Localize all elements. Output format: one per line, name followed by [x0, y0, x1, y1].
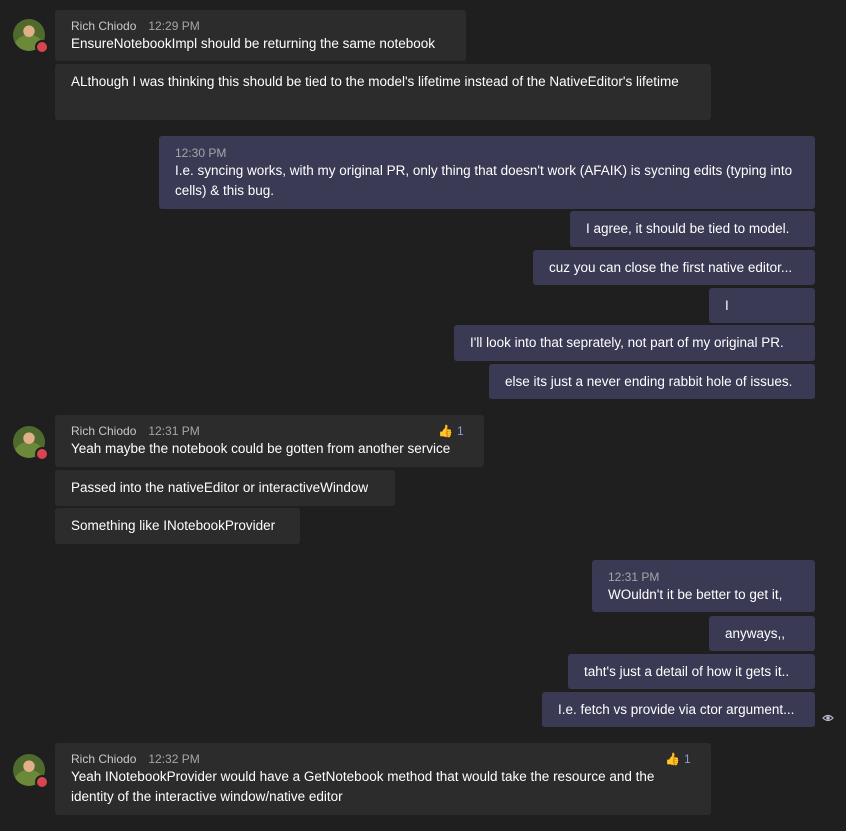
- reaction[interactable]: 👍 1: [665, 751, 691, 767]
- avatar[interactable]: [13, 426, 49, 461]
- message-text: Yeah maybe the notebook could be gotten …: [71, 441, 451, 456]
- message-text: taht's just a detail of how it gets it..: [584, 664, 790, 679]
- message-bubble[interactable]: 12:30 PM I.e. syncing works, with my ori…: [159, 136, 815, 209]
- message-time: 12:30 PM: [175, 146, 227, 160]
- message-bubble[interactable]: else its just a never ending rabbit hole…: [489, 364, 815, 399]
- message-bubble[interactable]: I: [709, 288, 815, 323]
- message-text: anyways,,: [725, 626, 786, 641]
- message-bubble[interactable]: I'll look into that seprately, not part …: [454, 325, 815, 361]
- message-bubble[interactable]: I.e. fetch vs provide via ctor argument.…: [542, 692, 815, 727]
- message-text: Something like INotebookProvider: [71, 518, 276, 533]
- message-bubble[interactable]: Rich Chiodo 12:32 PM Yeah INotebookProvid…: [55, 743, 711, 815]
- message-bubble[interactable]: Rich Chiodo 12:29 PM EnsureNotebookImpl s…: [55, 10, 466, 61]
- sender-name[interactable]: Rich Chiodo: [71, 19, 136, 33]
- message-text: ALthough I was thinking this should be t…: [71, 74, 679, 89]
- message-text: Yeah INotebookProvider would have a GetN…: [71, 769, 655, 804]
- message-time: 12:31 PM: [148, 424, 200, 438]
- message-text: cuz you can close the first native edito…: [549, 260, 793, 275]
- reaction-count: 1: [683, 752, 691, 766]
- message-bubble[interactable]: taht's just a detail of how it gets it..: [568, 654, 815, 689]
- avatar[interactable]: [13, 19, 49, 54]
- message-text: I'll look into that seprately, not part …: [470, 335, 784, 350]
- message-bubble[interactable]: ALthough I was thinking this should be t…: [55, 64, 711, 120]
- message-text: Passed into the nativeEditor or interact…: [71, 480, 369, 495]
- message-bubble[interactable]: Something like INotebookProvider: [55, 508, 300, 544]
- message-bubble[interactable]: anyways,,: [709, 616, 815, 651]
- presence-busy-icon: [35, 447, 49, 461]
- message-text: I.e. fetch vs provide via ctor argument.…: [558, 702, 795, 717]
- message-text: I agree, it should be tied to model.: [586, 221, 790, 236]
- thumbs-up-icon: 👍: [438, 424, 453, 438]
- presence-busy-icon: [35, 775, 49, 789]
- message-text: WOuldn't it be better to get it,: [608, 587, 783, 602]
- message-text: I.e. syncing works, with my original PR,…: [175, 163, 793, 198]
- sender-name[interactable]: Rich Chiodo: [71, 752, 136, 766]
- thumbs-up-icon: 👍: [665, 752, 680, 766]
- message-bubble[interactable]: Passed into the nativeEditor or interact…: [55, 470, 395, 506]
- message-time: 12:29 PM: [148, 19, 200, 33]
- message-text: I: [725, 298, 729, 313]
- avatar[interactable]: [13, 754, 49, 789]
- eye-icon[interactable]: [822, 712, 834, 724]
- message-time: 12:32 PM: [148, 752, 200, 766]
- message-bubble[interactable]: I agree, it should be tied to model.: [570, 211, 815, 247]
- message-bubble[interactable]: 12:31 PM WOuldn't it be better to get it…: [592, 560, 815, 612]
- reaction-count: 1: [456, 424, 464, 438]
- reaction[interactable]: 👍 1: [438, 423, 464, 439]
- message-time: 12:31 PM: [608, 570, 660, 584]
- sender-name[interactable]: Rich Chiodo: [71, 424, 136, 438]
- presence-busy-icon: [35, 40, 49, 54]
- message-bubble[interactable]: Rich Chiodo 12:31 PM Yeah maybe the noteb…: [55, 415, 484, 467]
- message-text: else its just a never ending rabbit hole…: [505, 374, 793, 389]
- message-text: EnsureNotebookImpl should be returning t…: [71, 36, 435, 51]
- message-bubble[interactable]: cuz you can close the first native edito…: [533, 250, 815, 285]
